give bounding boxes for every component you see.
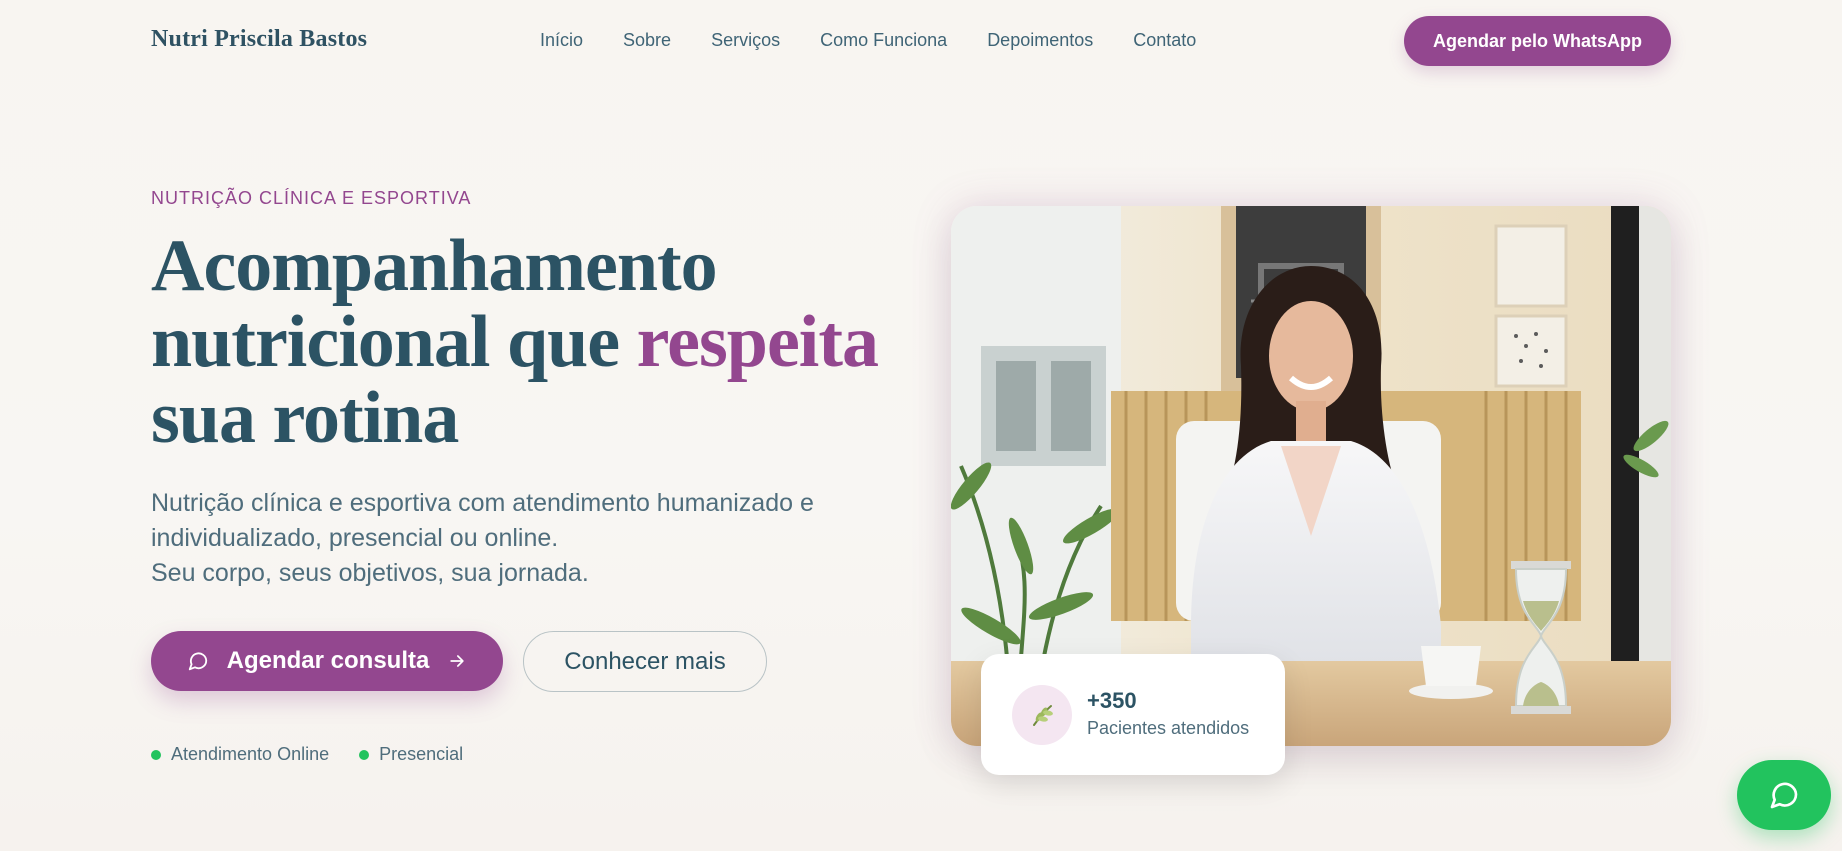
whatsapp-schedule-button[interactable]: Agendar pelo WhatsApp [1404, 16, 1671, 66]
main-nav: Início Sobre Serviços Como Funciona Depo… [540, 30, 1196, 51]
chat-icon [188, 652, 207, 671]
hero-eyebrow: NUTRIÇÃO CLÍNICA E ESPORTIVA [151, 188, 472, 208]
status-dot-icon [359, 749, 370, 760]
tag-online-label: Atendimento Online [171, 744, 330, 764]
schedule-consultation-label: Agendar consulta [226, 647, 430, 674]
site-header: Nutri Priscila Bastos Início Sobre Servi… [0, 0, 1842, 82]
patients-stat-card: +350 Pacientes atendidos [981, 654, 1285, 775]
stat-label: Pacientes atendidos [1087, 718, 1250, 738]
status-dot-icon [151, 749, 161, 760]
stat-value: +350 [1087, 688, 1137, 713]
hero-headline: Acompanhamento nutricional que respeita … [151, 228, 911, 456]
learn-more-button[interactable]: Conhecer mais [523, 631, 767, 692]
schedule-consultation-button[interactable]: Agendar consulta [151, 631, 503, 691]
nav-servicos[interactable]: Serviços [711, 30, 780, 51]
leaf-icon [1012, 685, 1072, 745]
arrow-right-icon [450, 655, 465, 667]
whatsapp-chat-icon [1770, 782, 1798, 809]
headline-accent: respeita [636, 301, 879, 383]
service-tags: Atendimento Online Presencial [151, 744, 463, 765]
nav-depoimentos[interactable]: Depoimentos [987, 30, 1093, 51]
site-logo[interactable]: Nutri Priscila Bastos [151, 26, 367, 53]
tag-online: Atendimento Online [151, 744, 329, 765]
nav-inicio[interactable]: Início [540, 30, 583, 51]
hero-subtext-line2: Seu corpo, seus objetivos, sua jornada. [151, 559, 589, 587]
hero-subtext: Nutrição clínica e esportiva com atendim… [151, 486, 871, 591]
nav-contato[interactable]: Contato [1133, 30, 1196, 51]
headline-part2: sua rotina [151, 377, 459, 459]
headline-part1: Acompanhamento nutricional que [151, 225, 718, 383]
whatsapp-floating-button[interactable] [1737, 760, 1831, 830]
nav-sobre[interactable]: Sobre [623, 30, 671, 51]
tag-presencial: Presencial [359, 744, 463, 765]
tag-presencial-label: Presencial [379, 744, 464, 764]
hero-subtext-line1: Nutrição clínica e esportiva com atendim… [151, 489, 814, 552]
nav-como-funciona[interactable]: Como Funciona [820, 30, 947, 51]
